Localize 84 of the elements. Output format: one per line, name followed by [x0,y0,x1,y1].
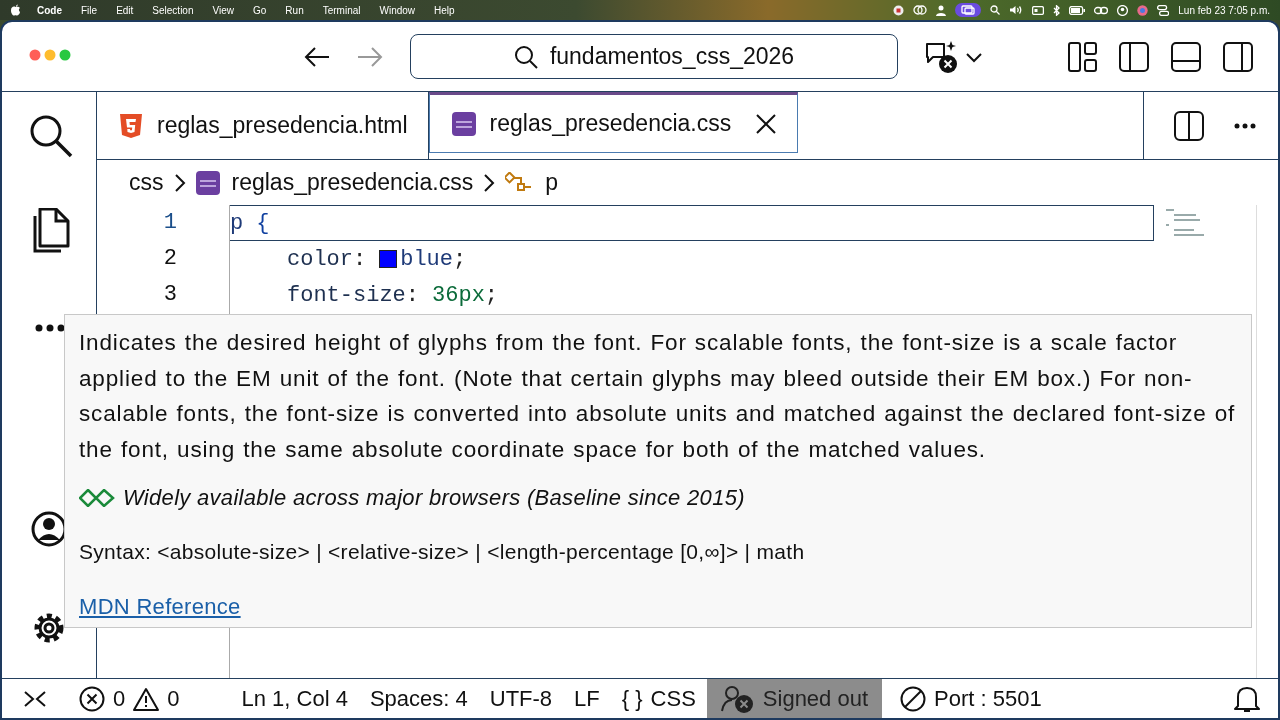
menu-item[interactable]: File [81,2,98,18]
rings-icon[interactable] [913,5,928,15]
css-file-icon [451,111,476,136]
color-swatch[interactable] [379,250,398,268]
menu-item[interactable]: Run [285,2,304,18]
menu-item[interactable]: Go [253,2,267,18]
baseline-status: Widely available across major browsers (Baseline since 2015) [123,484,745,512]
primary-sidebar-icon[interactable] [1119,42,1149,72]
notifications-icon[interactable] [1234,684,1260,713]
cursor-position[interactable]: Ln 1, Col 4 [230,679,359,718]
code-punctuation: ; [484,281,499,310]
control-center-icon[interactable] [1157,4,1170,16]
chevron-down-icon[interactable] [966,53,982,63]
code-bracket: { [256,209,270,238]
apple-icon[interactable] [10,4,21,16]
speaker-icon[interactable] [1009,5,1024,15]
menu-item[interactable]: Selection [152,2,194,18]
menu-item[interactable]: Help [434,2,455,18]
back-arrow-icon[interactable] [304,46,330,68]
remote-icon [24,688,46,709]
menu-item[interactable]: View [212,2,234,18]
app-menu[interactable]: Code [37,2,62,18]
mdn-reference-link[interactable]: MDN Reference [79,589,241,623]
more-icon[interactable] [35,324,65,332]
line-number: 2 [162,245,178,273]
bluetooth-icon[interactable] [1053,4,1061,16]
baseline-icon [79,488,115,507]
battery-icon[interactable] [1069,5,1086,15]
language-button[interactable]: { } CSS [610,679,707,718]
menubar-clock: Lun feb 23 7:05 p.m. [1178,3,1270,18]
search-icon[interactable] [990,5,1001,15]
line-number: 3 [162,281,178,309]
screen-mirror-icon[interactable] [955,3,982,17]
code-number: 36px [432,281,485,310]
more-icon[interactable] [1234,122,1256,129]
encoding-button[interactable]: UTF-8 [478,679,564,718]
editor-tab[interactable]: reglas_presedencia.css [428,92,799,153]
link-icon[interactable] [1094,5,1109,15]
breadcrumb-item[interactable]: css [129,165,164,200]
search-field[interactable]: fundamentos_css_2026 [410,34,898,79]
line-number: 1 [162,209,178,237]
code-selector: p [230,209,244,238]
search-icon [513,44,538,69]
account-off-icon [720,683,755,714]
blocked-icon [900,685,927,712]
menu-item[interactable]: Edit [116,2,134,18]
color-circle-icon[interactable] [1137,4,1149,16]
symbol-icon [505,171,534,194]
panel-icon[interactable] [1171,42,1201,72]
warning-icon [133,686,160,711]
code-property: font-size [287,281,406,310]
card-icon[interactable] [1032,5,1045,15]
hover-description: Indicates the desired height of glyphs from the font. For scalable fonts, the font-size is a scale factor applied to the EM unit of the font. (Note that certain glyphs may bleed outside their EM box.) For non-scalable fonts, the font-size is converted into absolute units and matched against the declared font-size of the font, using the same absolute coordinate space for both of the matched values. [79,329,1237,464]
record-icon[interactable] [893,4,905,16]
chat-sparkle-icon[interactable] [924,40,960,74]
person-icon[interactable] [936,4,947,16]
syntax-text: Syntax: <absolute-size> | <relative-size> | <length-percentage [0,∞]> | math [79,539,806,565]
line-ending-button[interactable]: LF [563,679,611,718]
layout-icon[interactable] [1068,42,1098,72]
indentation-button[interactable]: Spaces: 4 [358,679,479,718]
account-button[interactable]: Signed out [706,679,883,718]
port-button[interactable]: Port : 5501 [882,679,1060,718]
breadcrumb-item[interactable]: p [505,165,558,200]
code-property: color [287,245,353,274]
chevron-right-icon [173,172,186,193]
code-punctuation: : [353,245,367,274]
html-file-icon [119,112,143,139]
problems-button[interactable]: 0 0 [68,679,191,718]
error-icon [79,685,105,712]
close-icon[interactable] [755,112,778,135]
chevron-right-icon [483,172,496,193]
minimap-drawing [1166,209,1204,236]
breadcrumb-item[interactable]: reglas_presedencia.css [195,165,474,200]
menu-item[interactable]: Window [379,2,416,18]
code-value: blue [400,245,454,274]
menu-item[interactable]: Terminal [322,2,361,18]
split-editor-icon[interactable] [1174,110,1204,141]
secondary-sidebar-icon[interactable] [1223,42,1253,72]
code-punctuation: : [405,281,420,310]
search-icon[interactable] [29,114,73,158]
css-file-icon [195,170,220,195]
code-punctuation: ; [453,245,467,274]
forward-arrow-icon[interactable] [357,46,383,68]
account-icon[interactable] [30,510,64,548]
